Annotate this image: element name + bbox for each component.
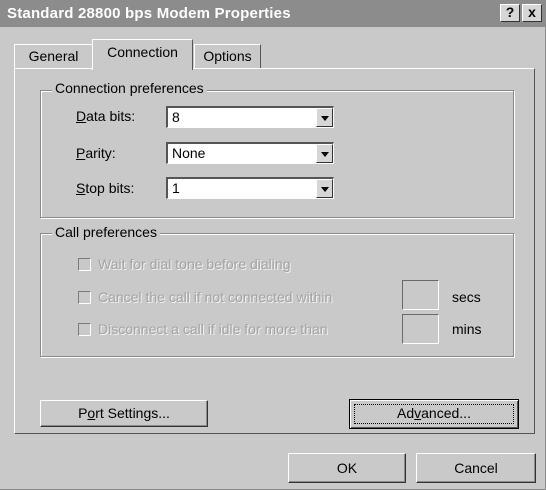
connection-preferences-title: Connection preferences [52,80,207,96]
cancel-call-label: Cancel the call if not connected within [98,289,333,305]
tab-options[interactable]: Options [194,44,261,68]
port-settings-text-end: rt Settings... [95,405,170,421]
cancel-button[interactable]: Cancel [416,453,536,483]
help-button[interactable]: ? [500,4,520,22]
disconnect-idle-checkbox[interactable] [78,323,91,336]
parity-label: Parity: [76,145,116,161]
stop-bits-select[interactable]: 1 [166,177,334,199]
focus-rectangle [354,404,514,424]
tab-connection[interactable]: Connection [92,39,193,70]
tab-general[interactable]: General [14,44,93,68]
data-bits-select[interactable]: 8 [166,106,334,128]
data-bits-value: 8 [172,109,180,125]
call-preferences-title: Call preferences [52,224,160,240]
parity-label-text: arity: [85,145,116,161]
wait-dial-tone-label: Wait for dial tone before dialing [98,256,291,272]
stop-bits-label: Stop bits: [76,180,134,196]
close-button[interactable]: x [522,4,542,22]
disconnect-idle-label: Disconnect a call if idle for more than [98,321,328,337]
window-title: Standard 28800 bps Modem Properties [7,5,291,22]
stop-bits-mnemonic: S [76,180,86,196]
disconnect-idle-minutes-input[interactable] [402,314,439,344]
modem-properties-dialog: Standard 28800 bps Modem Properties ? x … [0,0,546,490]
cancel-call-checkbox[interactable] [78,291,91,304]
title-bar[interactable]: Standard 28800 bps Modem Properties ? x [0,0,545,27]
mins-unit-label: mins [452,321,482,337]
parity-select[interactable]: None [166,142,334,164]
port-settings-button[interactable]: Port Settings... [40,400,208,427]
chevron-down-icon[interactable] [316,179,333,198]
parity-mnemonic: P [76,145,86,161]
wait-dial-tone-checkbox[interactable] [78,258,91,271]
chevron-down-icon[interactable] [316,144,333,163]
secs-unit-label: secs [452,289,481,305]
parity-value: None [172,145,206,161]
ok-button[interactable]: OK [288,453,406,483]
data-bits-mnemonic: D [76,108,87,124]
stop-bits-value: 1 [172,180,180,196]
cancel-call-seconds-input[interactable] [402,280,439,310]
advanced-button[interactable]: Advanced... [349,399,519,429]
stop-bits-label-text: top bits: [85,180,135,196]
data-bits-label: Data bits: [76,108,135,124]
data-bits-label-text: ata bits: [86,108,136,124]
chevron-down-icon[interactable] [316,108,333,127]
